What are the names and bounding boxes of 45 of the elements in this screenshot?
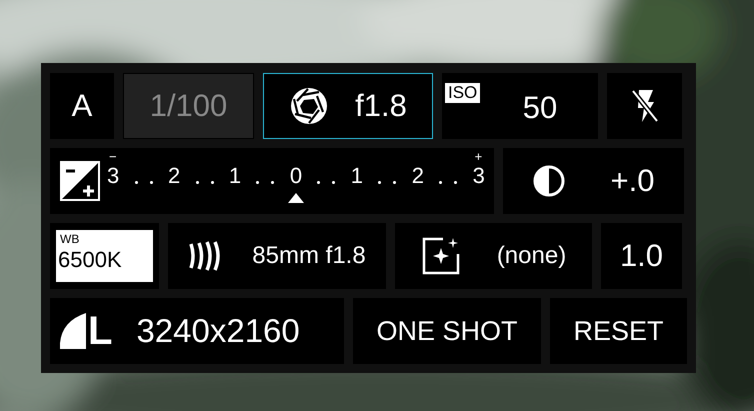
exposure-scale[interactable]: − 3 2 1 0 1 2 + 3 [107,149,485,213]
scale-number: 1 [228,163,242,188]
quarter-shape-icon [60,313,86,349]
setting-tile[interactable]: 1.0 [601,223,682,289]
minus-sign: − [109,149,117,164]
scale-number: 2 [412,163,424,188]
scale-number: 3 [107,163,120,188]
setting-tile[interactable]: L 3240x2160 [50,298,344,364]
scale-number: 0 [290,163,302,188]
scale-number: 3 [472,163,485,188]
setting-value: 6500K [58,246,123,274]
setting-tile[interactable]: +.0 [503,148,684,214]
setting-tile[interactable]: (none) [395,223,592,289]
badge-label: ISO [445,83,480,103]
setting-value: 1/100 [150,88,228,124]
lens-icon [188,241,222,271]
size-letter: L [88,308,112,354]
scale-number: 1 [350,163,363,188]
lens-value: 85mm f1.8 [252,242,366,270]
setting-tile[interactable]: ONE SHOT [353,298,541,364]
button-label: RESET [573,316,664,346]
setting-tile[interactable]: f1.8 [263,73,433,139]
plus-sign: + [474,149,482,164]
scale-number: 2 [168,163,180,188]
setting-tile[interactable] [607,73,682,139]
setting-value: A [72,88,92,124]
setting-tile[interactable]: ISO 50 [442,73,598,139]
style-value: (none) [496,242,566,270]
setting-tile[interactable]: RESET [550,298,688,364]
sparkle-frame-icon [420,236,461,276]
flash-off-icon [630,88,658,124]
aperture-icon [289,86,330,126]
badge-label: WB [60,232,80,246]
contrast-icon [532,165,565,197]
aperture-value: f1.8 [355,88,407,124]
contrast-value: +.0 [610,163,654,199]
setting-value: 50 [522,90,558,126]
setting-tile[interactable]: 85mm f1.8 [168,223,386,289]
setting-value: 1.0 [620,238,664,274]
button-label: ONE SHOT [376,316,518,346]
setting-tile[interactable]: − 3 2 1 0 1 2 + 3 [50,148,494,214]
image-size-value: 3240x2160 [136,312,300,350]
setting-tile[interactable]: A [50,73,114,139]
setting-tile[interactable]: WB 6500K [50,223,159,289]
exposure-compensation-icon [59,160,101,202]
